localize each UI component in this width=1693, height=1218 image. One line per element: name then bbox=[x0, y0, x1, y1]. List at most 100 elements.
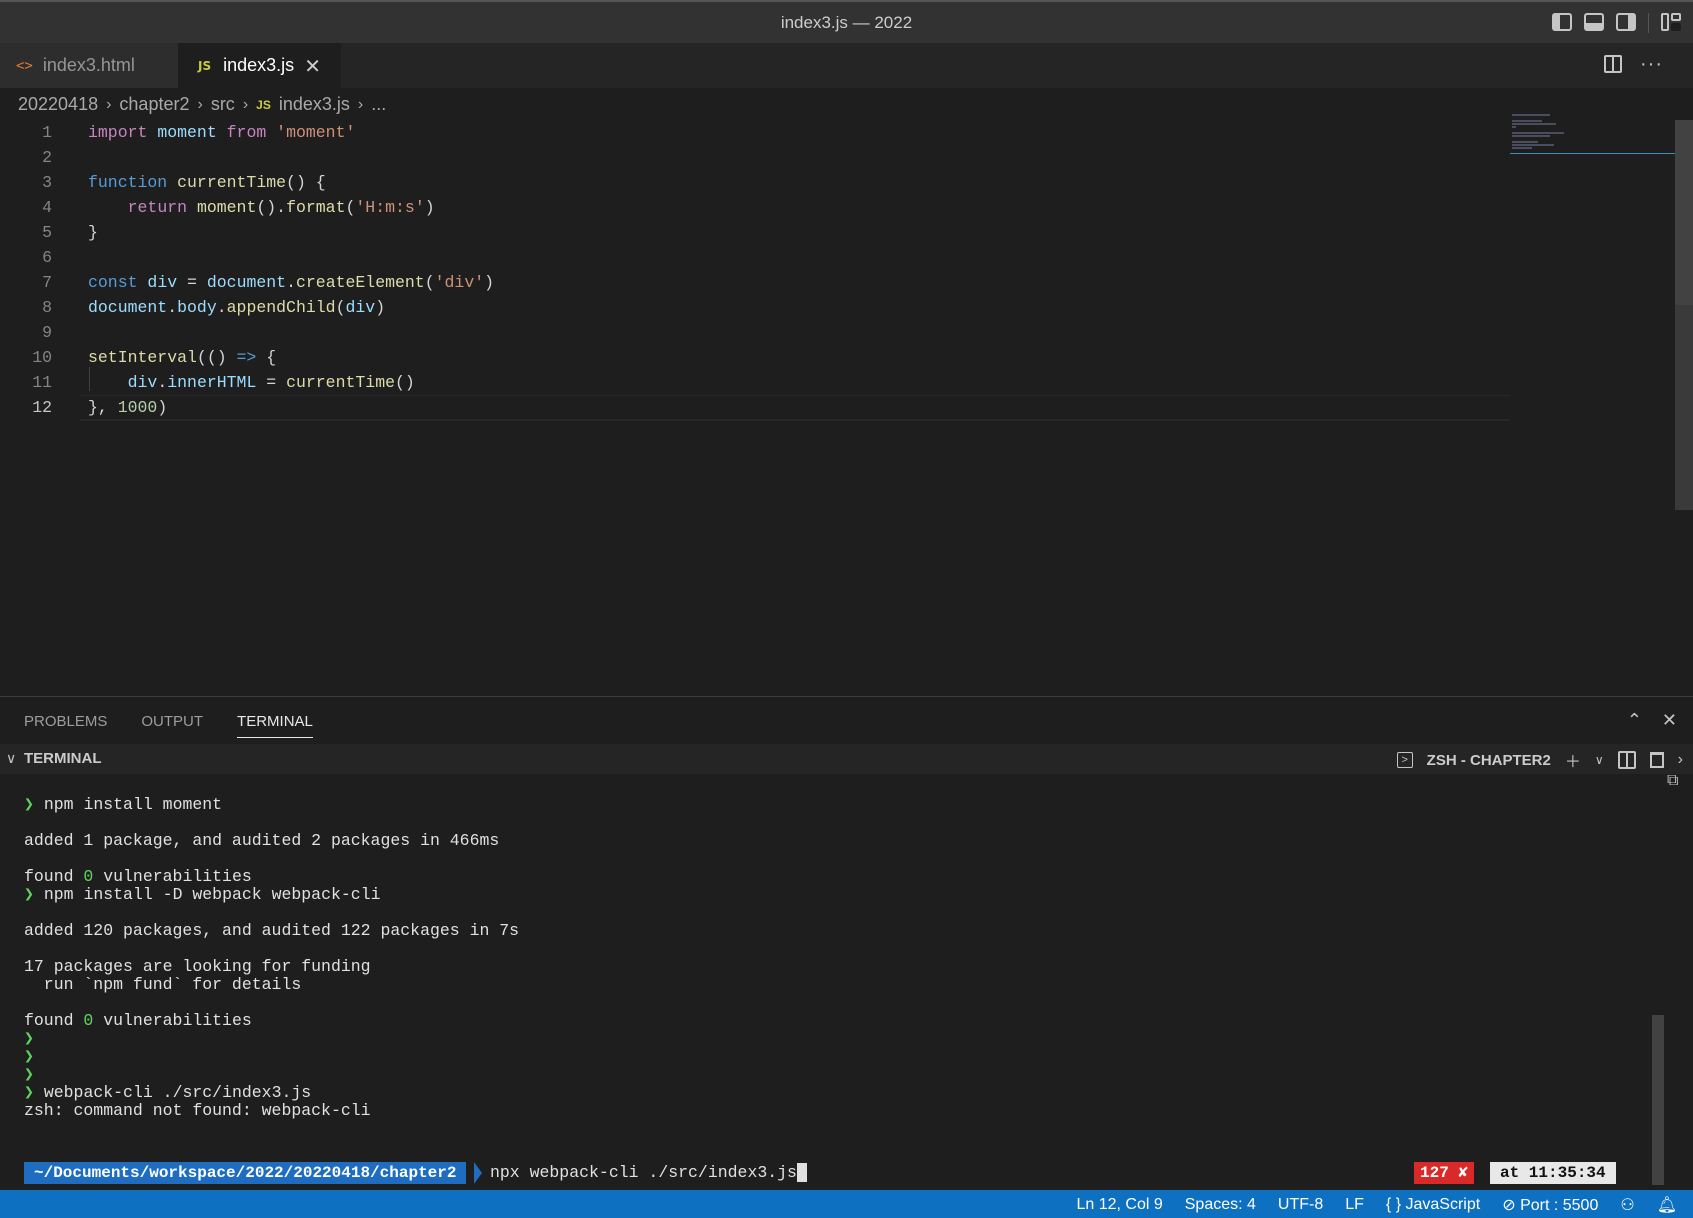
code-editor[interactable]: 1 import moment from 'moment' 2 3 functi… bbox=[0, 120, 1510, 690]
minimap-line bbox=[1512, 141, 1538, 143]
encoding[interactable]: UTF-8 bbox=[1278, 1196, 1323, 1214]
status-bar-items: Ln 12, Col 9 Spaces: 4 UTF-8 LF { } Java… bbox=[1076, 1195, 1677, 1215]
toggle-primary-sidebar-icon[interactable] bbox=[1552, 13, 1572, 31]
split-editor-icon[interactable] bbox=[1604, 55, 1623, 73]
language-mode[interactable]: { } JavaScript bbox=[1386, 1196, 1480, 1214]
code-text: setInterval(() => { bbox=[88, 348, 277, 367]
html-file-icon: <> bbox=[16, 57, 33, 74]
breadcrumb-item[interactable]: 20220418 bbox=[18, 94, 98, 115]
line-number: 10 bbox=[32, 348, 52, 367]
code-text: import moment from 'moment' bbox=[88, 123, 356, 142]
more-actions-icon[interactable]: ··· bbox=[1640, 54, 1663, 74]
tab-output[interactable]: OUTPUT bbox=[141, 713, 203, 738]
line-number: 8 bbox=[42, 298, 52, 317]
breadcrumb-item[interactable]: chapter2 bbox=[119, 94, 189, 115]
line-number: 11 bbox=[32, 373, 52, 392]
terminal-line: ❯ npm install -D webpack webpack-cli bbox=[24, 885, 381, 904]
terminal-cursor bbox=[796, 1163, 807, 1183]
terminal-line: ❯ npm install moment bbox=[24, 795, 223, 814]
live-server-port[interactable]: ⊘ Port : 5500 bbox=[1502, 1195, 1598, 1215]
terminal-actions: > ZSH - CHAPTER2 ＋ ∨ › bbox=[1396, 748, 1683, 772]
kill-terminal-icon[interactable] bbox=[1649, 752, 1664, 768]
line-number: 4 bbox=[42, 198, 52, 217]
end-of-line[interactable]: LF bbox=[1345, 1196, 1364, 1214]
split-terminal-icon[interactable] bbox=[1617, 751, 1636, 769]
chevron-right-icon: › bbox=[197, 95, 203, 113]
divider bbox=[1648, 13, 1649, 33]
js-file-icon: JS bbox=[256, 97, 271, 112]
tab-terminal[interactable]: TERMINAL bbox=[237, 713, 313, 738]
code-line: 9 bbox=[0, 320, 1510, 345]
tab-index3-js[interactable]: JS index3.js ✕ bbox=[178, 43, 341, 88]
time-segment: at 11:35:34 bbox=[1490, 1162, 1616, 1184]
new-terminal-icon[interactable]: ＋ bbox=[1565, 748, 1581, 772]
terminal-line: run `npm fund` for details bbox=[24, 975, 302, 994]
chevron-right-icon: › bbox=[357, 95, 364, 113]
code-text: document.body.appendChild(div) bbox=[88, 298, 386, 317]
panel-tabs: PROBLEMS OUTPUT TERMINAL bbox=[24, 713, 313, 738]
chevron-down-icon[interactable]: ∨ bbox=[6, 750, 16, 767]
chevron-down-icon[interactable]: ∨ bbox=[1595, 753, 1604, 767]
tab-label: index3.html bbox=[42, 55, 135, 75]
title-bar: index3.js — 2022 bbox=[0, 0, 1693, 43]
indent-guide bbox=[89, 367, 90, 391]
editor-actions: ··· bbox=[1604, 54, 1663, 74]
terminal-scrollbar-thumb[interactable] bbox=[1652, 1015, 1664, 1185]
terminal-shell-icon: > bbox=[1396, 752, 1413, 768]
code-text: const div = document.createElement('div'… bbox=[88, 273, 495, 292]
code-text: div.innerHTML = currentTime() bbox=[127, 373, 415, 392]
terminal-shell-name[interactable]: ZSH - CHAPTER2 bbox=[1427, 752, 1551, 769]
line-number: 12 bbox=[32, 398, 52, 417]
code-text: }, 1000) bbox=[88, 398, 168, 417]
maximize-panel-icon[interactable]: ⌃ bbox=[1627, 710, 1642, 731]
window-title: index3.js — 2022 bbox=[780, 13, 913, 32]
breadcrumb-item[interactable]: ... bbox=[371, 94, 386, 115]
breadcrumb: 20220418 › chapter2 › src › JS index3.js… bbox=[18, 94, 386, 115]
editor-scrollbar-thumb[interactable] bbox=[1675, 120, 1693, 305]
code-line-current: 12 }, 1000) bbox=[0, 395, 1510, 421]
line-number: 3 bbox=[42, 173, 52, 192]
terminal-line: 17 packages are looking for funding bbox=[24, 957, 371, 976]
minimap[interactable] bbox=[1510, 112, 1675, 157]
terminal-tab-icon[interactable]: ⧉ bbox=[1667, 772, 1678, 790]
code-text: } bbox=[88, 223, 98, 242]
js-file-icon: JS bbox=[198, 58, 212, 73]
chevron-right-icon[interactable]: › bbox=[1678, 751, 1683, 769]
minimap-line bbox=[1512, 132, 1564, 134]
exit-status-segment: 127 ✘ bbox=[1414, 1162, 1475, 1184]
terminal-line: zsh: command not found: webpack-cli bbox=[24, 1101, 371, 1120]
terminal-line: found 0 vulnerabilities bbox=[24, 1011, 252, 1030]
panel-actions: ⌃ ✕ bbox=[1627, 710, 1677, 731]
no-entry-icon: ⊘ bbox=[1502, 1197, 1516, 1214]
terminal-section-header: ∨ TERMINAL > ZSH - CHAPTER2 ＋ ∨ › bbox=[0, 744, 1693, 774]
current-line-highlight bbox=[80, 395, 1510, 421]
terminal-prompt: ❯ bbox=[24, 1047, 34, 1066]
toggle-secondary-sidebar-icon[interactable] bbox=[1616, 13, 1636, 31]
bell-icon[interactable]: 🔔︎ bbox=[1657, 1195, 1677, 1215]
close-panel-icon[interactable]: ✕ bbox=[1662, 710, 1677, 731]
line-number: 5 bbox=[42, 223, 52, 242]
minimap-line bbox=[1512, 147, 1532, 149]
minimap-line bbox=[1512, 123, 1556, 125]
tab-problems[interactable]: PROBLEMS bbox=[24, 713, 107, 738]
code-line: 1 import moment from 'moment' bbox=[0, 120, 1510, 145]
line-number: 2 bbox=[42, 148, 52, 167]
indentation[interactable]: Spaces: 4 bbox=[1185, 1196, 1256, 1214]
editor-tab-bar: <> index3.html JS index3.js ✕ ··· bbox=[0, 43, 1693, 88]
code-line: 7 const div = document.createElement('di… bbox=[0, 270, 1510, 295]
code-line: 3 function currentTime() { bbox=[0, 170, 1510, 195]
braces-icon: { } bbox=[1385, 1196, 1402, 1213]
terminal-line: added 120 packages, and audited 122 pack… bbox=[24, 921, 520, 940]
terminal-input[interactable]: npx webpack-cli ./src/index3.js bbox=[490, 1162, 807, 1184]
tab-index3-html[interactable]: <> index3.html bbox=[0, 43, 178, 88]
feedback-icon[interactable]: ⚇ bbox=[1620, 1195, 1634, 1215]
close-tab-icon[interactable]: ✕ bbox=[304, 54, 321, 79]
toggle-panel-icon[interactable] bbox=[1584, 13, 1604, 31]
cursor-position[interactable]: Ln 12, Col 9 bbox=[1076, 1196, 1162, 1214]
prompt-path-segment: ~/Documents/workspace/2022/20220418/chap… bbox=[24, 1162, 467, 1184]
layout-controls bbox=[1552, 13, 1681, 33]
breadcrumb-item[interactable]: index3.js bbox=[279, 94, 350, 115]
terminal-line: found 0 vulnerabilities bbox=[24, 867, 252, 886]
customize-layout-icon[interactable] bbox=[1661, 13, 1681, 31]
breadcrumb-item[interactable]: src bbox=[211, 94, 235, 115]
